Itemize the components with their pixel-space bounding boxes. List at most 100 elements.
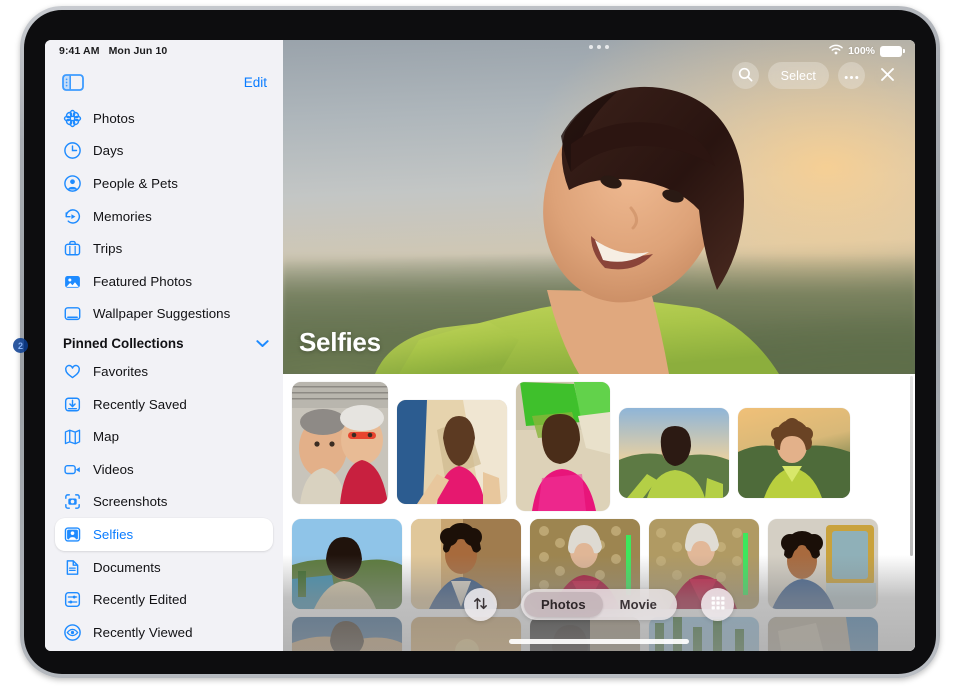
sidebar-item-label: Favorites <box>93 364 148 379</box>
photo-thumbnail[interactable] <box>397 400 507 504</box>
photo-thumbnail[interactable] <box>292 519 402 609</box>
suitcase-icon <box>63 239 82 258</box>
hero-subject-person <box>283 40 915 374</box>
photo-thumbnail[interactable] <box>516 382 610 511</box>
selfie-person-icon <box>63 525 82 544</box>
hero-status-indicators: 100% <box>829 44 902 58</box>
chevron-down-icon[interactable] <box>256 339 269 348</box>
scrollbar[interactable] <box>910 376 913 556</box>
sidebar-item-map[interactable]: Map <box>55 420 273 453</box>
tab-movie[interactable]: Movie <box>603 592 674 617</box>
sidebar-item-photos[interactable]: Photos <box>55 102 273 135</box>
photo-thumbnail[interactable] <box>411 617 521 651</box>
sidebar-item-label: Recently Edited <box>93 592 187 607</box>
sidebar-primary-nav: Photos Days <box>45 102 283 330</box>
callout-badge: 2 <box>13 338 28 353</box>
sidebar-item-label: Memories <box>93 209 152 224</box>
sidebar-item-documents[interactable]: Documents <box>55 551 273 584</box>
pinned-collections-header[interactable]: Pinned Collections <box>45 330 283 355</box>
sidebar-item-days[interactable]: Days <box>55 135 273 168</box>
photo-row <box>283 374 915 511</box>
sidebar-item-featured-photos[interactable]: Featured Photos <box>55 265 273 298</box>
page-title: Selfies <box>299 327 381 358</box>
pinned-collections-title: Pinned Collections <box>63 336 184 351</box>
sidebar-item-people-and-pets[interactable]: People & Pets <box>55 167 273 200</box>
video-camera-icon <box>63 460 82 479</box>
document-icon <box>63 558 82 577</box>
sidebar-item-recently-saved[interactable]: Recently Saved <box>55 388 273 421</box>
battery-percent: 100% <box>848 45 875 57</box>
sliders-icon <box>63 590 82 609</box>
sidebar-item-recently-viewed[interactable]: Recently Viewed <box>55 616 273 649</box>
sidebar-item-videos[interactable]: Videos <box>55 453 273 486</box>
sidebar-item-label: People & Pets <box>93 176 178 191</box>
sort-button[interactable] <box>464 588 497 621</box>
status-bar: 9:41 AM Mon Jun 10 <box>45 40 283 62</box>
battery-full-icon <box>880 46 902 57</box>
edit-button[interactable]: Edit <box>244 75 267 90</box>
ellipsis-circle-icon <box>844 68 859 83</box>
detail-pane: 100% Select <box>283 40 915 651</box>
photo-thumbnail[interactable] <box>292 382 388 504</box>
sidebar-item-favorites[interactable]: Favorites <box>55 355 273 388</box>
sidebar-item-memories[interactable]: Memories <box>55 200 273 233</box>
more-options-button[interactable] <box>838 62 865 89</box>
sort-arrows-icon <box>473 596 488 614</box>
search-button[interactable] <box>732 62 759 89</box>
sidebar-item-label: Trips <box>93 241 122 256</box>
photo-thumbnail[interactable] <box>649 617 759 651</box>
sidebar-item-selfies[interactable]: Selfies <box>55 518 273 551</box>
heart-icon <box>63 362 82 381</box>
eye-icon <box>63 623 82 642</box>
sidebar-item-screenshots[interactable]: Screenshots <box>55 486 273 519</box>
sidebar-item-label: Wallpaper Suggestions <box>93 306 230 321</box>
tab-photos[interactable]: Photos <box>524 592 603 617</box>
sidebar-item-label: Documents <box>93 560 161 575</box>
select-button[interactable]: Select <box>768 62 829 89</box>
photo-thumbnail[interactable] <box>292 617 402 651</box>
hero-toolbar: Select <box>732 62 901 89</box>
search-icon <box>738 67 753 85</box>
sidebar-item-label: Days <box>93 143 124 158</box>
photo-grid: Photos Movie <box>283 374 915 651</box>
grid-layout-button[interactable] <box>701 588 734 621</box>
multitask-ellipsis-icon[interactable] <box>589 45 609 49</box>
photo-thumbnail[interactable] <box>619 408 729 498</box>
photo-thumbnail[interactable] <box>738 408 850 498</box>
memories-play-icon <box>63 207 82 226</box>
wallpaper-icon <box>63 304 82 323</box>
person-circle-icon <box>63 174 82 193</box>
close-button[interactable] <box>874 62 901 89</box>
sidebar-toggle-icon[interactable] <box>62 74 84 91</box>
screenshot-icon <box>63 492 82 511</box>
grid-layout-icon <box>710 595 726 614</box>
sidebar-header: Edit <box>45 62 283 102</box>
sidebar-item-label: Featured Photos <box>93 274 192 289</box>
sidebar-item-recently-edited[interactable]: Recently Edited <box>55 583 273 616</box>
wifi-icon <box>829 44 843 58</box>
photo-thumbnail[interactable] <box>530 617 640 651</box>
hero-photo[interactable]: 100% Select <box>283 40 915 374</box>
home-indicator[interactable] <box>509 639 689 644</box>
photo-thumbnail[interactable] <box>768 617 878 651</box>
close-x-icon <box>879 66 896 86</box>
sidebar-item-label: Photos <box>93 111 135 126</box>
sidebar-pinned-nav: Favorites Recently Saved <box>45 355 283 648</box>
sidebar-item-label: Recently Viewed <box>93 625 193 640</box>
map-icon <box>63 427 82 446</box>
sidebar: 9:41 AM Mon Jun 10 Edit <box>45 40 283 651</box>
clock-icon <box>63 141 82 160</box>
status-time: 9:41 AM <box>59 45 100 57</box>
photo-thumbnail[interactable] <box>768 519 878 609</box>
featured-photo-icon <box>63 272 82 291</box>
sidebar-item-label: Recently Saved <box>93 397 187 412</box>
status-date: Mon Jun 10 <box>109 45 168 57</box>
sidebar-item-label: Screenshots <box>93 494 167 509</box>
sidebar-item-label: Selfies <box>93 527 133 542</box>
sidebar-item-label: Map <box>93 429 119 444</box>
sidebar-item-trips[interactable]: Trips <box>55 232 273 265</box>
sidebar-item-wallpaper-suggestions[interactable]: Wallpaper Suggestions <box>55 298 273 331</box>
view-mode-toggle: Photos Movie <box>521 589 677 620</box>
ipad-screen: 9:41 AM Mon Jun 10 Edit <box>45 40 915 651</box>
download-tray-icon <box>63 395 82 414</box>
